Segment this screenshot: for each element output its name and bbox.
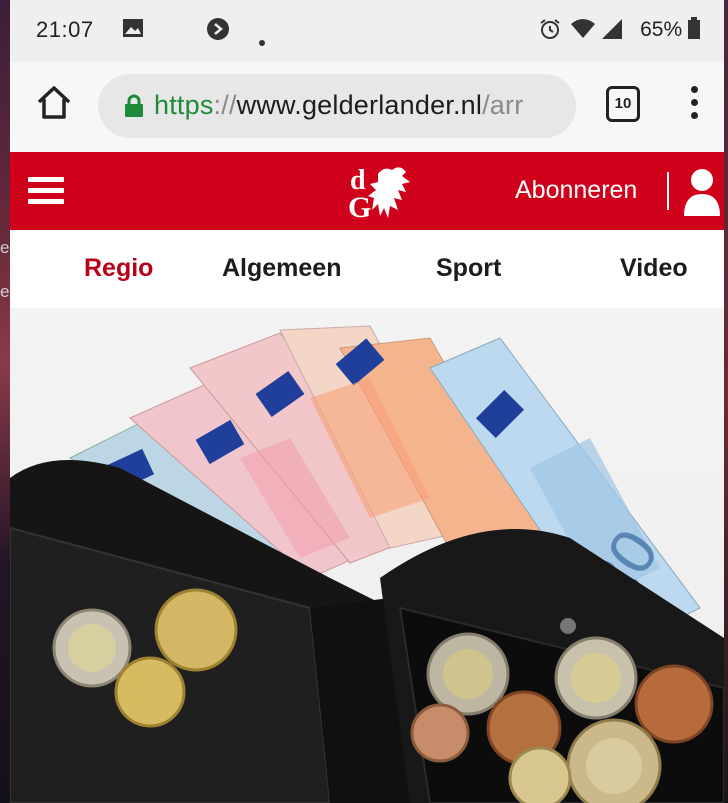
account-icon[interactable] (682, 166, 722, 218)
site-logo[interactable]: d G (344, 162, 424, 224)
image-icon (122, 17, 144, 45)
article-hero-image[interactable]: 20 (10, 308, 724, 803)
more-dot-icon (690, 99, 698, 106)
browser-menu-button[interactable] (686, 86, 702, 126)
subscribe-link[interactable]: Abonneren (515, 176, 637, 205)
address-bar[interactable]: https://www.gelderlander.nl/arr (98, 74, 576, 138)
url-text: https://www.gelderlander.nl/arr (154, 90, 524, 120)
wallet-with-euro-notes-illustration: 20 (10, 325, 724, 803)
nav-item-video[interactable]: Video (620, 254, 688, 283)
nav-item-sport[interactable]: Sport (436, 254, 501, 283)
header-divider (667, 172, 669, 210)
battery-level: 65% (640, 17, 700, 42)
svg-text:G: G (348, 191, 371, 222)
battery-icon (688, 17, 700, 39)
phone-screen: 21:07 65% https://www.gelderlander.nl/ar… (10, 0, 724, 803)
browser-toolbar: https://www.gelderlander.nl/arr 10 (10, 62, 724, 152)
hamburger-menu-icon[interactable] (28, 177, 64, 205)
lock-icon (125, 94, 143, 117)
status-bar: 21:07 65% (10, 0, 724, 62)
nav-item-regio[interactable]: Regio (84, 254, 153, 283)
status-time: 21:07 (36, 17, 94, 42)
dot-icon (258, 27, 266, 53)
wifi-icon (570, 17, 596, 47)
home-button[interactable] (34, 82, 74, 126)
signal-icon (600, 17, 624, 47)
tab-switcher-button[interactable]: 10 (606, 86, 640, 122)
more-dot-icon (690, 112, 698, 119)
site-header: d G Abonneren (10, 152, 724, 230)
home-icon (37, 86, 71, 119)
more-dot-icon (690, 86, 698, 93)
data-saver-icon (206, 17, 230, 47)
nav-item-algemeen[interactable]: Algemeen (222, 254, 341, 283)
section-nav: Regio Algemeen Sport Video (10, 230, 724, 308)
alarm-icon (538, 17, 562, 47)
